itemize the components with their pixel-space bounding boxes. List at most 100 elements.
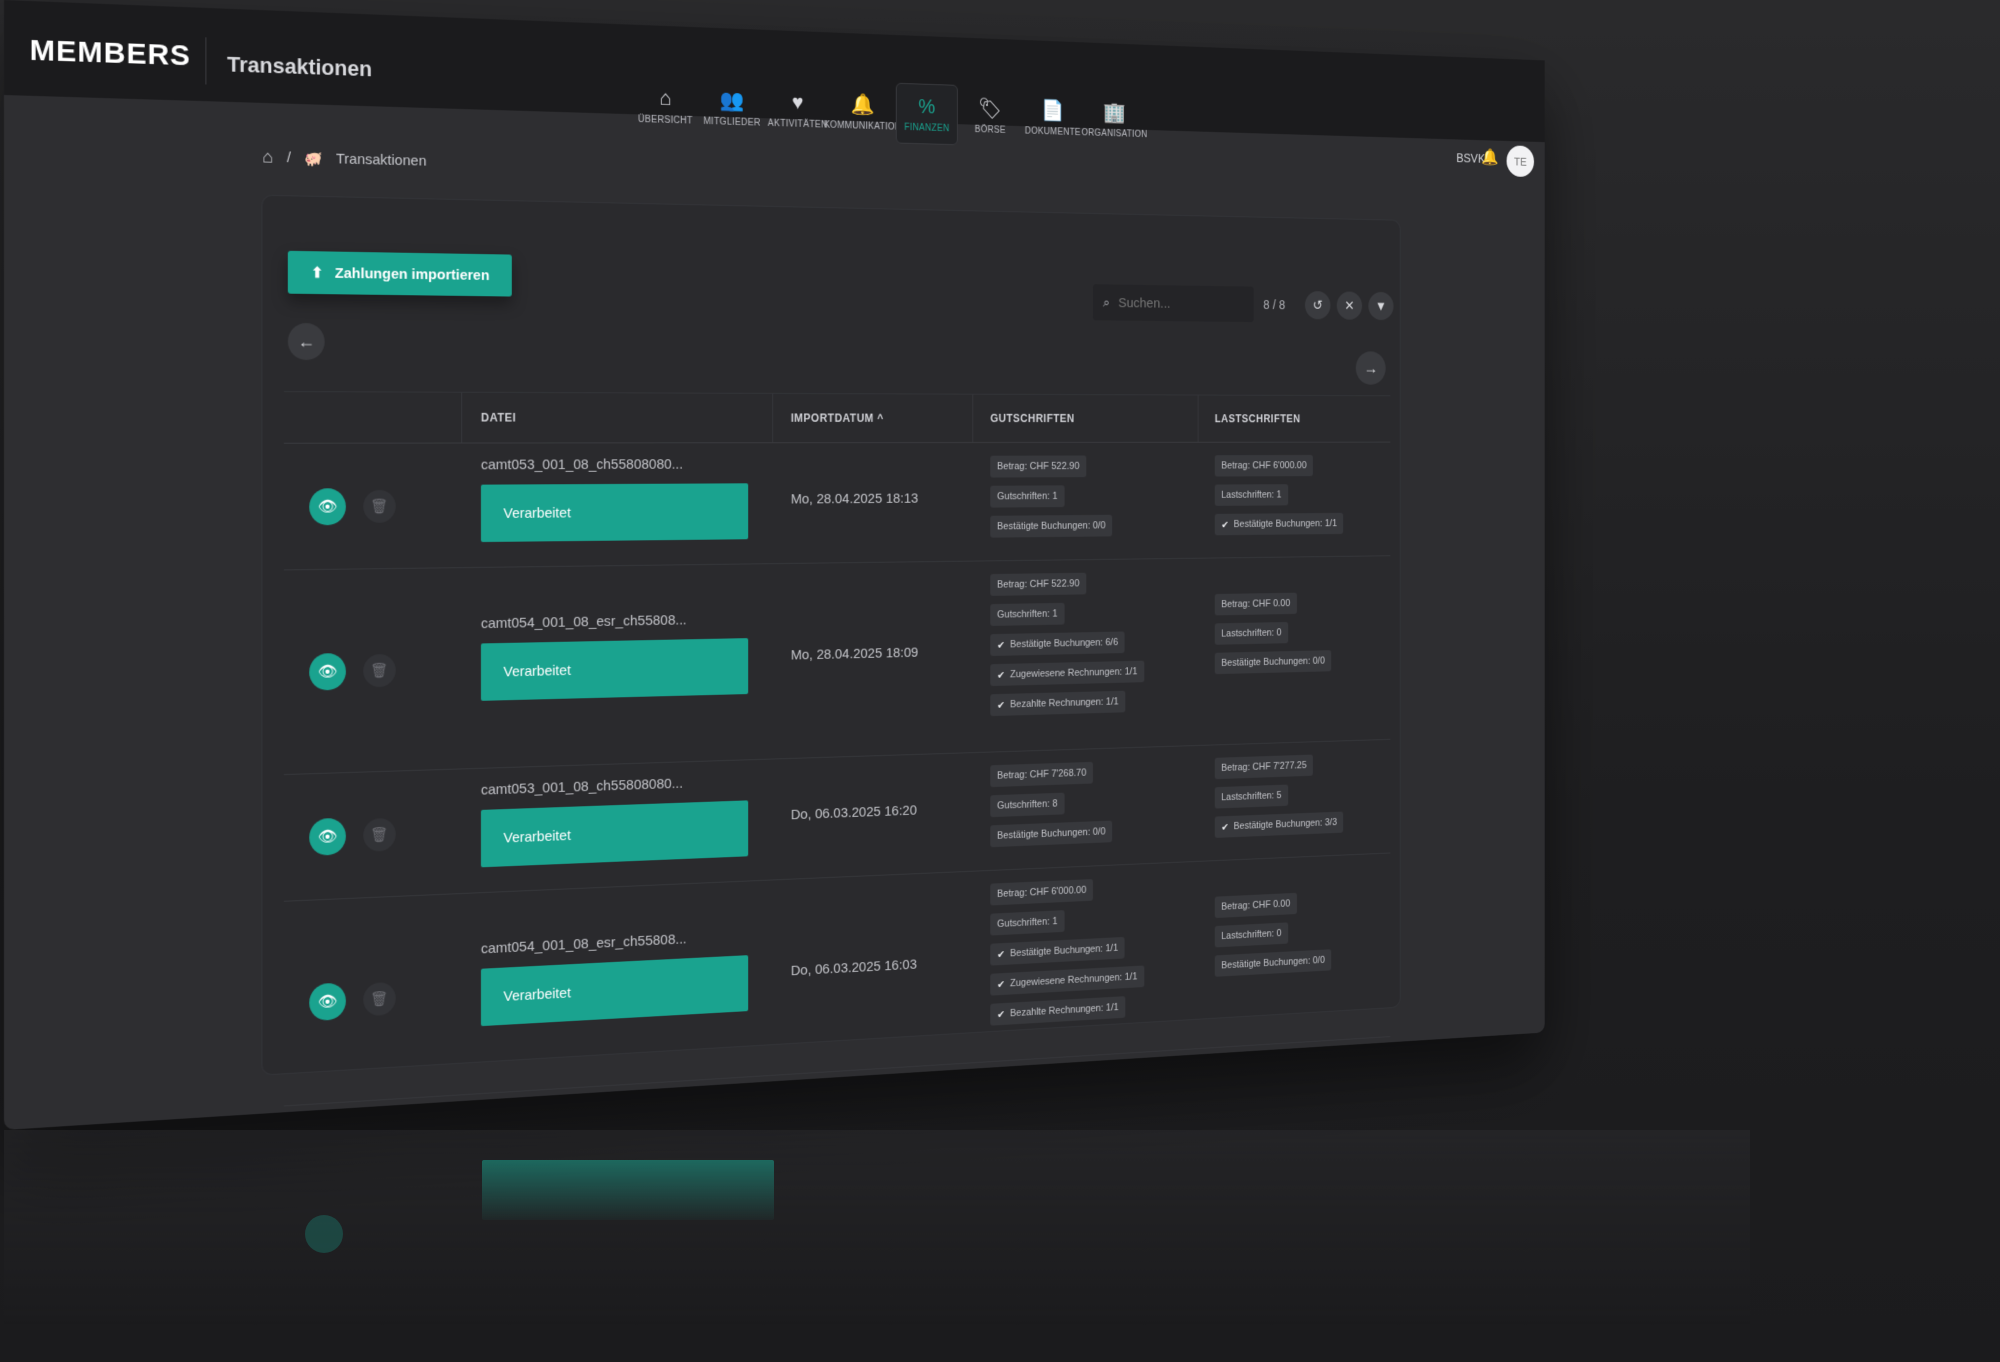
avatar[interactable]: TE [1507,145,1534,177]
info-chip: Betrag: CHF 7'277.25 [1215,755,1313,780]
info-chip: Gutschriften: 1 [990,603,1064,626]
header-file[interactable]: DATEI [462,393,773,443]
credits-cell-chips: Betrag: CHF 6'000.00 Gutschriften: 1 ✔ Best… [990,874,1197,1034]
home-icon[interactable]: ⌂ [262,147,273,168]
info-chip: Lastschriften: 5 [1215,785,1288,809]
building-icon: 🏢 [1103,101,1126,123]
check-icon: ✔ [997,978,1005,990]
info-chip: ✔ Zugewiesene Rechnungen: 1/1 [990,661,1144,686]
nav-item-finanzen[interactable]: % FINANZEN [896,83,958,145]
debits-cell: Betrag: CHF 0.00 Lastschriften: 0 Bestätig… [1198,556,1390,745]
check-icon: ✔ [997,669,1005,681]
percent-icon: % [918,95,935,118]
floor-reflection [4,1130,1750,1360]
top-bar: MEMBERS Transaktionen ⌂ ÜBERSICHT 👥 MITGLIE… [4,0,1545,142]
trash-icon: 🗑 [370,661,388,679]
chip-text: Gutschriften: 8 [997,798,1057,811]
chip-text: Betrag: CHF 7'268.70 [997,768,1086,782]
info-chip: Gutschriften: 1 [990,910,1064,935]
members-logo[interactable]: MEMBERS [30,29,191,78]
eye-icon: 👁 [318,661,338,681]
search-input[interactable] [1118,295,1233,312]
chip-text: Bestätigte Buchungen: 0/0 [997,826,1105,841]
view-button[interactable]: 👁 [309,652,346,690]
scroll-left-button[interactable]: ← [288,323,325,360]
info-chip: Betrag: CHF 6'000.00 [1215,455,1313,477]
info-chip: ✔ Bestätigte Buchungen: 1/1 [1215,513,1344,535]
status-processed-button[interactable]: Verarbeitet [481,638,748,701]
scroll-right-button[interactable]: → [1356,351,1386,384]
credits-cell: Betrag: CHF 522.90 Gutschriften: 1 ✔ Bestät… [973,559,1198,753]
credits-cell: Betrag: CHF 6'000.00 Gutschriften: 1 ✔ Best… [973,862,1198,1062]
view-button[interactable]: 👁 [309,982,346,1021]
nav-item-börse[interactable]: 🏷 BÖRSE [960,85,1021,147]
search-field[interactable]: ⌕ [1093,284,1254,322]
import-button-label: Zahlungen importieren [335,265,490,284]
search-icon: ⌕ [1103,295,1110,310]
credits-cell-chips: Betrag: CHF 7'268.70 Gutschriften: 8 Bestä… [990,758,1197,855]
eye-icon: 👁 [318,496,338,516]
nav-item-kommunikation[interactable]: 🔔 KOMMUNIKATION [831,81,894,144]
clear-button[interactable]: ✕ [1337,291,1362,319]
view-button[interactable]: 👁 [309,488,346,525]
nav-item-organisation[interactable]: 🏢 ORGANISATION [1085,89,1145,150]
status-processed-button[interactable]: Verarbeitet [481,800,748,867]
scene: MEMBERS Transaktionen ⌂ ÜBERSICHT 👥 MITGLIE… [0,0,2000,1362]
info-chip: ✔ Bezahlte Rechnungen: 1/1 [990,996,1125,1026]
table-row: 👁 🗑 camt053_001_08_ch55808080... Verarbeite… [284,443,1390,571]
header-import-date[interactable]: IMPORTDATUM ^ [773,394,973,442]
view-button[interactable]: 👁 [309,817,346,855]
import-payments-button[interactable]: ⬆ Zahlungen importieren [288,251,512,297]
nav-item-übersicht[interactable]: ⌂ ÜBERSICHT [633,74,698,138]
row-actions: 👁 🗑 [284,568,462,774]
users-icon: 👥 [720,88,745,111]
header-debits[interactable]: LASTSCHRIFTEN [1198,395,1390,441]
delete-button[interactable]: 🗑 [363,817,396,851]
chip-text: Betrag: CHF 522.90 [997,461,1079,472]
transactions-table: DATEI IMPORTDATUM ^ GUTSCHRIFTEN LASTSCH… [284,391,1390,1106]
nav-item-mitglieder[interactable]: 👥 MITGLIEDER [700,76,764,140]
eye-icon: 👁 [318,826,338,846]
status-processed-button[interactable]: Verarbeitet [481,483,748,542]
close-icon: ✕ [1344,298,1354,314]
debits-cell-chips: Betrag: CHF 7'277.25 Lastschriften: 5 ✔ Bes… [1215,752,1390,846]
credits-cell: Betrag: CHF 7'268.70 Gutschriften: 8 Bestä… [973,746,1198,871]
trash-icon: 🗑 [370,825,388,843]
breadcrumb-separator: / [287,149,291,166]
nav-item-dokumente[interactable]: 📄 DOKUMENTE [1022,87,1082,149]
notification-bell-icon[interactable]: 🔔 [1482,148,1499,167]
chip-text: Betrag: CHF 6'000.00 [997,885,1086,900]
info-chip: Bestätigte Buchungen: 0/0 [990,821,1112,848]
delete-button[interactable]: 🗑 [363,653,396,687]
header-credits[interactable]: GUTSCHRIFTEN [973,395,1198,442]
file-cell: camt054_001_08_esr_ch55808... Verarbeitet [462,564,773,768]
chip-text: Bestätigte Buchungen: 3/3 [1234,817,1337,832]
nav-item-label: MITGLIEDER [703,116,760,128]
chip-text: Bestätigte Buchungen: 1/1 [1010,943,1118,959]
reflection-eye-button [305,1215,343,1253]
import-date: Mo, 28.04.2025 18:13 [773,443,973,563]
status-processed-button[interactable]: Verarbeitet [481,955,748,1026]
chip-text: Bestätigte Buchungen: 0/0 [997,520,1105,532]
chip-text: Gutschriften: 1 [997,916,1057,930]
chip-text: Lastschriften: 0 [1221,627,1281,639]
nav-item-aktivitäten[interactable]: ♥ AKTIVITÄTEN [766,78,830,141]
chip-text: Bestätigte Buchungen: 6/6 [1010,637,1118,650]
info-chip: Lastschriften: 0 [1215,922,1288,947]
file-cell: camt053_001_08_ch55808080... Verarbeitet [462,759,773,893]
filter-button[interactable]: ▼ [1368,292,1393,320]
nav-item-label: ÜBERSICHT [638,114,693,126]
reset-button[interactable]: ↺ [1305,291,1330,320]
info-chip: ✔ Bestätigte Buchungen: 1/1 [990,937,1124,966]
delete-button[interactable]: 🗑 [363,981,396,1016]
row-actions: 👁 🗑 [284,894,462,1105]
heart-pulse-icon: ♥ [792,91,804,114]
info-chip: Lastschriften: 0 [1215,622,1288,645]
chip-text: Betrag: CHF 0.00 [1221,598,1290,610]
piggy-bank-icon: 🐖 [304,149,322,167]
chip-text: Gutschriften: 1 [997,491,1057,502]
info-chip: Gutschriften: 1 [990,485,1064,507]
info-chip: Lastschriften: 1 [1215,484,1288,506]
arrow-right-icon: → [1364,359,1378,377]
delete-button[interactable]: 🗑 [363,489,396,522]
